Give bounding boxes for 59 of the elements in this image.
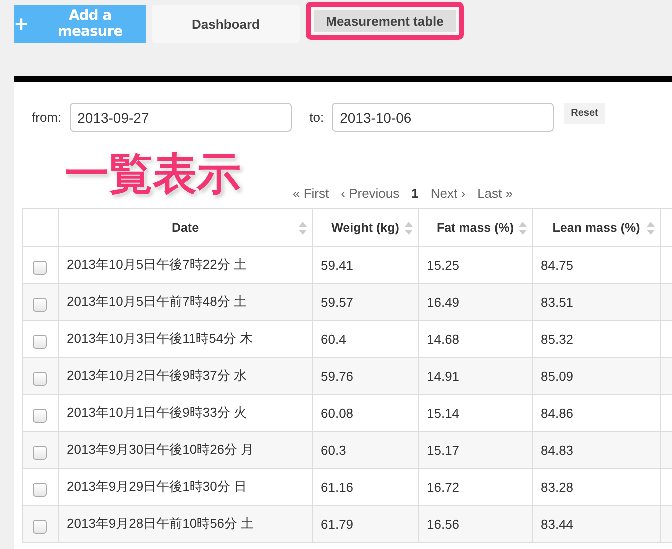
table-cell: 14.68 [427, 332, 460, 346]
table-cell: 59.76 [321, 368, 354, 384]
table-cell: 83.51 [541, 294, 574, 310]
table-cell: 2013年9月30日午後10時26分 月 [67, 442, 254, 457]
tab[interactable]: Dashboard [152, 5, 300, 43]
table-cell: 85.09 [541, 368, 574, 384]
table-cell: 2013年10月1日午後9時33分 火 [67, 405, 247, 420]
table-cell: 59.41 [321, 258, 354, 272]
sort-icon[interactable] [647, 222, 655, 235]
row-checkbox[interactable] [33, 298, 47, 312]
pagination-link[interactable]: ‹ Previous [341, 186, 400, 201]
row-checkbox[interactable] [33, 261, 47, 275]
table-cell: 83.28 [541, 480, 574, 494]
tab[interactable]: Measurement table [306, 2, 464, 40]
pagination-link[interactable]: « First [293, 186, 330, 201]
table-cell: 60.3 [321, 442, 346, 458]
table-cell: 15.14 [427, 406, 460, 420]
table-cell: 61.79 [321, 516, 354, 532]
table-cell: 16.49 [427, 294, 460, 310]
table-cell: 83.44 [541, 516, 574, 532]
row-checkbox[interactable] [33, 446, 47, 460]
table-cell: 2013年10月5日午前7時48分 土 [67, 294, 247, 309]
table-cell: 2013年10月2日午後9時37分 水 [67, 368, 247, 383]
sort-icon[interactable] [405, 222, 413, 235]
table-cell: 84.75 [541, 258, 574, 272]
table-cell: 60.08 [321, 406, 354, 420]
table-cell: 15.25 [427, 258, 460, 272]
table-cell: 2013年10月3日午後11時54分 木 [67, 331, 254, 346]
table-cell: 84.83 [541, 442, 574, 458]
pagination-link[interactable]: Next › [430, 186, 466, 201]
table-cell: 59.57 [321, 294, 354, 310]
table-cell: 16.72 [427, 480, 460, 494]
table-cell: 61.16 [321, 480, 354, 494]
reset-button[interactable]: Reset [564, 102, 606, 124]
plus-icon: + [14, 14, 29, 34]
table-cell: 14.91 [427, 368, 460, 384]
table-cell: 16.56 [427, 516, 460, 532]
table-cell: 2013年9月29日午後1時30分 日 [67, 479, 247, 494]
column-header[interactable]: Date [172, 220, 200, 234]
row-checkbox[interactable] [33, 372, 47, 386]
from-date-field[interactable]: 2013-09-27 [70, 103, 292, 132]
sort-icon[interactable] [299, 222, 307, 235]
table-cell: 60.4 [321, 332, 346, 346]
row-checkbox[interactable] [33, 409, 47, 423]
row-checkbox[interactable] [33, 335, 47, 349]
table-cell: 2013年10月5日午後7時22分 土 [67, 257, 247, 272]
sort-icon[interactable] [519, 222, 527, 235]
table-cell: 15.17 [427, 442, 460, 458]
row-checkbox[interactable] [33, 483, 47, 497]
row-checkbox[interactable] [33, 520, 47, 534]
current-page[interactable]: 1 [412, 186, 419, 201]
table-cell: 2013年9月28日午前10時56分 土 [67, 516, 254, 531]
table-cell: 85.32 [541, 332, 574, 346]
pagination-link[interactable]: Last » [478, 186, 513, 201]
table-cell: 84.86 [541, 406, 574, 420]
annotation-text: 一覧表示 [65, 150, 241, 200]
to-date-field[interactable]: 2013-10-06 [332, 103, 554, 132]
from-label: from: [32, 110, 62, 125]
to-label: to: [310, 110, 324, 125]
